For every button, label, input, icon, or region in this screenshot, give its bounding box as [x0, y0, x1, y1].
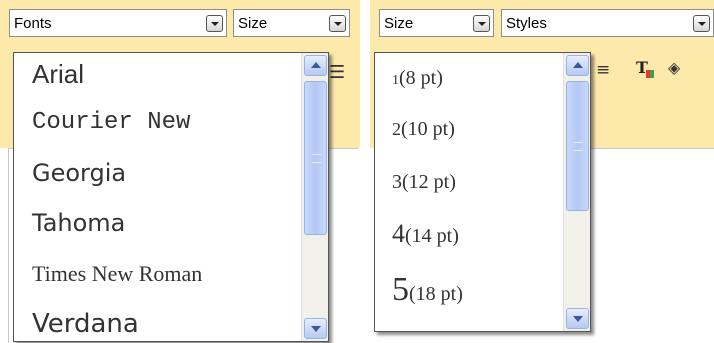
- fonts-combo[interactable]: Fonts: [9, 9, 227, 37]
- font-option-georgia[interactable]: Georgia: [32, 159, 126, 187]
- align-justify-icon[interactable]: ≡: [596, 60, 610, 80]
- size-option-1[interactable]: 1(8 pt): [392, 67, 443, 90]
- fonts-scrollbar[interactable]: [301, 53, 328, 341]
- scroll-down-icon[interactable]: [566, 308, 589, 329]
- size-combo-value: Size: [384, 15, 414, 32]
- font-option-tahoma[interactable]: Tahoma: [32, 209, 125, 237]
- size-combo-right[interactable]: Size: [379, 9, 494, 37]
- chevron-down-icon[interactable]: [329, 15, 346, 32]
- fonts-dropdown: Arial Courier New Georgia Tahoma Times N…: [13, 52, 329, 342]
- editor-border: [8, 148, 9, 343]
- font-option-courier-new[interactable]: Courier New: [32, 109, 190, 136]
- size-option-5[interactable]: 5(18 pt): [392, 271, 463, 309]
- chevron-down-icon[interactable]: [473, 15, 490, 32]
- font-option-verdana[interactable]: Verdana: [32, 309, 139, 339]
- fonts-combo-value: Fonts: [14, 15, 52, 32]
- scroll-up-icon[interactable]: [304, 55, 327, 76]
- size-combo-value: Size: [238, 15, 268, 32]
- chevron-down-icon[interactable]: [693, 15, 710, 32]
- size-option-2[interactable]: 2(10 pt): [392, 118, 455, 141]
- scroll-down-icon[interactable]: [304, 318, 327, 339]
- font-option-arial[interactable]: Arial: [32, 59, 84, 90]
- size-option-4[interactable]: 4(14 pt): [392, 219, 459, 249]
- styles-combo-value: Styles: [506, 15, 547, 32]
- size-dropdown: 1(8 pt) 2(10 pt) 3(12 pt) 4(14 pt) 5(18 …: [374, 52, 591, 332]
- size-option-3[interactable]: 3(12 pt): [392, 171, 456, 194]
- size-combo-left[interactable]: Size: [233, 9, 350, 37]
- color-swatch: [646, 70, 654, 78]
- scroll-up-icon[interactable]: [566, 55, 589, 76]
- scroll-thumb[interactable]: [566, 81, 589, 211]
- scroll-thumb[interactable]: [304, 81, 327, 235]
- highlight-icon[interactable]: ◈: [668, 58, 680, 77]
- bullet-list-icon[interactable]: ☰: [329, 62, 345, 83]
- size-scrollbar[interactable]: [563, 53, 590, 331]
- styles-combo[interactable]: Styles: [501, 9, 714, 37]
- chevron-down-icon[interactable]: [206, 15, 223, 32]
- font-option-times-new-roman[interactable]: Times New Roman: [32, 261, 202, 287]
